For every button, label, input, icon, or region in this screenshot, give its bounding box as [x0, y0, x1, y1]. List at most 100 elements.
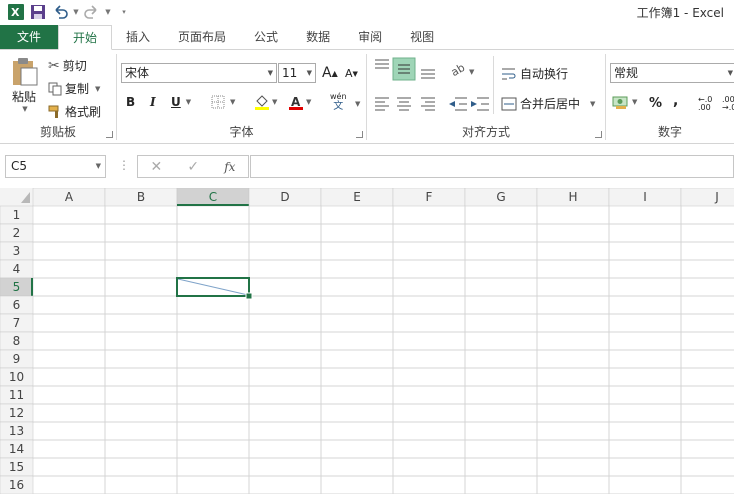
- row-header-label: 16: [9, 478, 24, 492]
- tab-2[interactable]: 插入: [112, 25, 164, 49]
- svg-text:X: X: [11, 6, 20, 19]
- paste-dropdown-icon[interactable]: ▼: [22, 105, 27, 113]
- column-header-label: J: [714, 190, 719, 204]
- grow-font-button[interactable]: A ▲: [322, 65, 338, 81]
- comma-button[interactable]: ,: [673, 93, 678, 109]
- tab-5[interactable]: 数据: [292, 25, 344, 49]
- borders-dropdown-icon[interactable]: ▼: [230, 98, 235, 106]
- shrink-font-button[interactable]: A ▼: [345, 67, 358, 80]
- font-launcher-icon[interactable]: [356, 131, 363, 138]
- increase-decimal-button[interactable]: ←.0.00: [698, 96, 712, 112]
- merge-center-button[interactable]: 合并后居中 ▼: [501, 95, 595, 112]
- merge-dropdown-icon[interactable]: ▼: [590, 100, 595, 108]
- column-header-label: G: [496, 190, 505, 204]
- brush-icon: [48, 105, 59, 118]
- font-name-combo[interactable]: 宋体 ▼: [121, 63, 277, 83]
- align-center-icon[interactable]: [397, 97, 411, 111]
- phonetic-button[interactable]: wén 文: [330, 92, 347, 112]
- decrease-indent-icon[interactable]: [449, 97, 467, 111]
- clipboard-group-label: 剪贴板: [39, 125, 76, 139]
- row-header-label: 9: [13, 352, 21, 366]
- row-header-label: 14: [9, 442, 24, 456]
- tab-1[interactable]: 开始: [58, 25, 113, 50]
- column-header-label: D: [280, 190, 289, 204]
- wrap-text-button[interactable]: 自动换行: [501, 65, 568, 82]
- name-box[interactable]: C5 ▼: [5, 155, 106, 178]
- cancel-icon[interactable]: ✕: [151, 159, 163, 175]
- accounting-format-button[interactable]: ▼: [612, 94, 637, 110]
- tab-0[interactable]: 文件: [0, 25, 58, 49]
- italic-button[interactable]: I: [150, 95, 156, 109]
- paste-label: 粘贴: [11, 90, 36, 104]
- insert-function-button[interactable]: fx: [224, 160, 235, 174]
- tab-7[interactable]: 视图: [396, 25, 448, 49]
- orientation-icon[interactable]: ab ▼: [449, 61, 475, 79]
- tab-4[interactable]: 公式: [240, 25, 292, 49]
- grid-svg: A B C D E F G H I J12345678910111213141516: [0, 187, 734, 495]
- undo-dropdown-icon[interactable]: ▼: [72, 8, 80, 16]
- ribbon-tabs: 文件 开始 插入 页面布局 公式 数据 审阅 视图: [0, 25, 734, 50]
- row-header-label: 3: [13, 244, 21, 258]
- copy-label: 复制: [65, 82, 90, 96]
- paste-button[interactable]: 粘贴 ▼: [6, 56, 42, 118]
- formula-bar-buttons: ✕ ✓ fx: [137, 155, 249, 178]
- row-header-label: 5: [13, 280, 21, 294]
- ribbon-home: 粘贴 ▼ ✂ 剪切 复制 ▼ 格式刷 剪贴板 宋体 ▼ 11 ▼ A▲ A▼: [0, 49, 734, 144]
- row-header-label: 8: [13, 334, 21, 348]
- align-left-icon[interactable]: [375, 97, 389, 111]
- phonetic-dropdown-icon[interactable]: ▼: [355, 100, 360, 108]
- bold-button[interactable]: B: [126, 95, 135, 109]
- underline-dropdown-icon[interactable]: ▼: [186, 98, 191, 106]
- column-header[interactable]: [680, 187, 734, 207]
- row-header-label: 13: [9, 424, 24, 438]
- align-bottom-icon[interactable]: [421, 69, 435, 79]
- row-header-label: 10: [9, 370, 24, 384]
- column-header-label: C: [209, 190, 217, 204]
- align-top-icon[interactable]: [375, 59, 389, 69]
- font-size-combo[interactable]: 11 ▼: [278, 63, 316, 83]
- underline-label: U: [171, 95, 181, 109]
- redo-icon[interactable]: [82, 2, 102, 22]
- clipboard-group: 粘贴 ▼ ✂ 剪切 复制 ▼ 格式刷 剪贴板: [0, 50, 116, 143]
- font-color-dropdown-icon[interactable]: ▼: [306, 98, 311, 106]
- formula-bar-grip-icon[interactable]: ⋮: [118, 158, 130, 172]
- border-icon: [211, 95, 225, 109]
- align-right-icon[interactable]: [421, 97, 435, 111]
- number-group-label: 数字: [657, 125, 682, 139]
- merge-center-label: 合并后居中: [520, 97, 581, 111]
- percent-button[interactable]: %: [649, 96, 662, 111]
- paste-icon: [13, 58, 38, 86]
- tab-3[interactable]: 页面布局: [164, 25, 240, 49]
- format-painter-button[interactable]: 格式刷: [48, 103, 101, 120]
- enter-icon[interactable]: ✓: [187, 159, 199, 175]
- cut-button[interactable]: ✂ 剪切: [48, 57, 87, 74]
- column-header-label: A: [65, 190, 74, 204]
- customize-qat-icon[interactable]: ▾: [120, 8, 128, 16]
- copy-dropdown-icon[interactable]: ▼: [95, 85, 100, 93]
- fill-handle[interactable]: [245, 292, 253, 300]
- number-format-combo[interactable]: 常规 ▼: [610, 63, 734, 83]
- font-color-button[interactable]: A ▼: [288, 94, 311, 110]
- save-icon[interactable]: [28, 2, 48, 22]
- accounting-dropdown-icon[interactable]: ▼: [632, 98, 637, 106]
- number-group: 常规 ▼ ▼ % , ←.0.00 .00 →.0 数字: [606, 50, 734, 143]
- undo-icon[interactable]: [50, 2, 70, 22]
- formula-input[interactable]: [250, 155, 734, 178]
- wrap-text-icon: [502, 68, 516, 79]
- redo-dropdown-icon[interactable]: ▼: [104, 8, 112, 16]
- column-header-label: F: [426, 190, 433, 204]
- decrease-decimal-button[interactable]: .00 →.0: [722, 96, 734, 112]
- copy-button[interactable]: 复制 ▼: [48, 80, 100, 97]
- clipboard-launcher-icon[interactable]: [106, 131, 113, 138]
- font-name-value: 宋体: [125, 66, 150, 80]
- worksheet-grid[interactable]: A B C D E F G H I J 1 2 3 4 5 6 7 8 9 10 11 12 13 14 15 16: [0, 187, 734, 495]
- title-bar: X ▼ ▼ ▾ 工作簿1 - Excel: [0, 0, 734, 25]
- font-size-value: 11: [282, 66, 298, 80]
- borders-button[interactable]: ▼: [211, 95, 235, 109]
- fill-color-button[interactable]: ▼: [254, 94, 277, 110]
- fill-color-dropdown-icon[interactable]: ▼: [272, 98, 277, 106]
- alignment-launcher-icon[interactable]: [595, 131, 602, 138]
- underline-button[interactable]: U ▼: [171, 95, 191, 109]
- tab-6[interactable]: 审阅: [344, 25, 396, 49]
- increase-indent-icon[interactable]: [471, 97, 489, 111]
